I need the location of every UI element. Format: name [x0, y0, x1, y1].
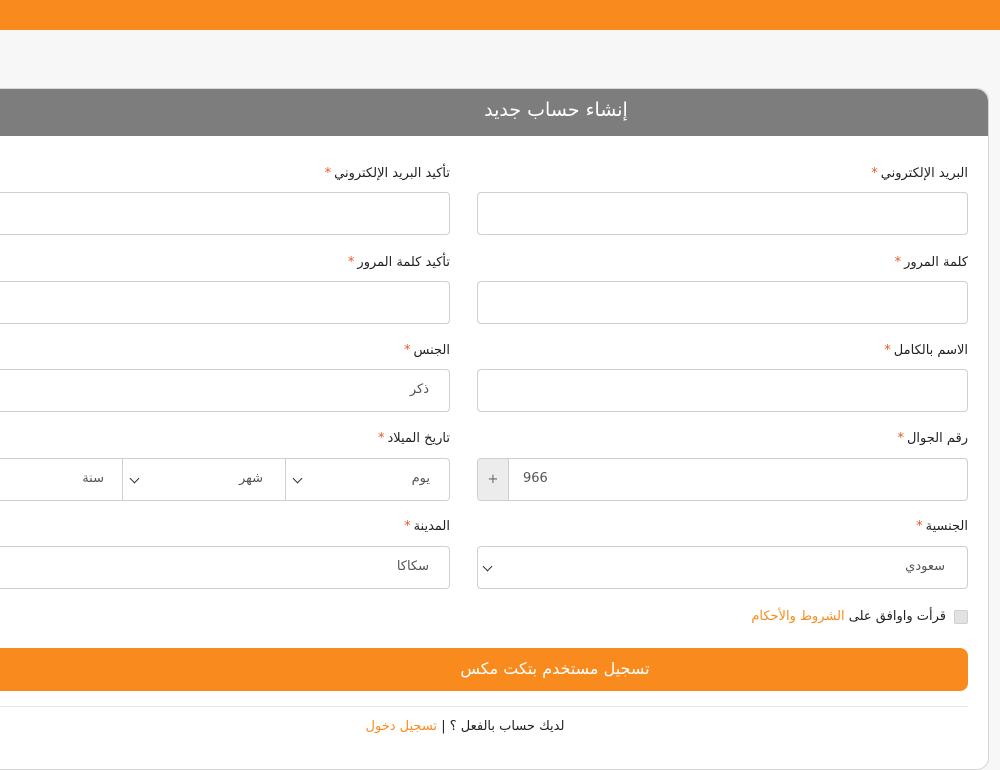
gender-select[interactable]: ذكر	[0, 369, 450, 412]
email-confirm-field[interactable]	[0, 192, 450, 235]
country-code-prefix: +	[478, 459, 509, 500]
nationality-select[interactable]: سعودي	[477, 546, 968, 589]
terms-row: قرأت واوافق على الشروط والأحكام	[751, 609, 968, 624]
terms-text: قرأت واوافق على	[848, 609, 946, 624]
birthdate-label: تاريخ الميلاد*	[377, 431, 450, 446]
birth-day-select[interactable]: يوم	[286, 459, 450, 500]
login-prompt: لديك حساب بالفعل ؟	[449, 719, 565, 734]
chevron-down-icon	[482, 561, 493, 572]
register-button[interactable]: تسجيل مستخدم بتكت مكس	[0, 648, 968, 691]
divider	[0, 706, 968, 707]
full-name-field[interactable]	[477, 369, 968, 412]
page-title: إنشاء حساب جديد	[484, 99, 628, 121]
login-prompt-row: لديك حساب بالفعل ؟ | تسجيل دخول	[0, 719, 930, 734]
login-separator: |	[441, 719, 446, 734]
terms-link[interactable]: الشروط والأحكام	[751, 609, 844, 624]
email-label: البريد الإلكتروني*	[871, 166, 968, 181]
email-confirm-label: تأكيد البريد الإلكتروني*	[324, 166, 450, 181]
mobile-label: رقم الجوال*	[897, 431, 968, 446]
chevron-down-icon	[292, 473, 303, 484]
mobile-field[interactable]: + 966	[477, 458, 968, 501]
password-confirm-label: تأكيد كلمة المرور*	[347, 255, 450, 270]
birthdate-group: يوم شهر سنة	[0, 458, 450, 501]
password-confirm-field[interactable]	[0, 281, 450, 324]
top-bar	[0, 0, 1000, 30]
chevron-down-icon	[129, 473, 140, 484]
city-select[interactable]: سكاكا	[0, 546, 450, 589]
birth-month-select[interactable]: شهر	[123, 459, 286, 500]
card-header: إنشاء حساب جديد	[0, 89, 988, 136]
email-field[interactable]	[477, 192, 968, 235]
login-link[interactable]: تسجيل دخول	[366, 719, 438, 734]
city-label: المدينة*	[404, 519, 450, 534]
gender-label: الجنس*	[404, 343, 450, 358]
password-field[interactable]	[477, 281, 968, 324]
nationality-label: الجنسية*	[916, 519, 968, 534]
birth-year-select[interactable]: سنة	[0, 459, 123, 500]
full-name-label: الاسم بالكامل*	[884, 343, 968, 358]
terms-checkbox[interactable]	[954, 609, 968, 624]
password-label: كلمة المرور*	[894, 255, 968, 270]
mobile-value: 966	[523, 471, 548, 486]
